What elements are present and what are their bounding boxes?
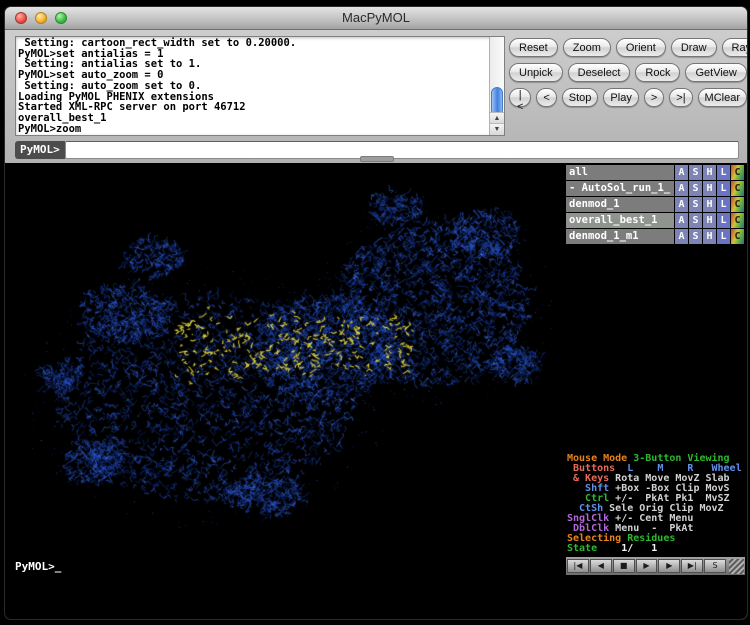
action-button[interactable]: A <box>675 181 688 196</box>
vcr-bar: |◀◀■▶▶▶|S <box>566 557 745 575</box>
resize-grip-icon[interactable] <box>729 559 744 574</box>
mouse-panel-line[interactable]: State 1/ 1 <box>567 544 745 554</box>
go-start-button[interactable]: |< <box>509 88 531 107</box>
object-row: overall_best_1ASHLC <box>566 213 744 228</box>
object-label[interactable]: - AutoSol_run_1_ <box>566 181 674 196</box>
action-button[interactable]: A <box>675 229 688 244</box>
mouse-panel-text: 1/ 1 <box>597 543 657 554</box>
hide-button[interactable]: H <box>703 229 716 244</box>
play-button[interactable]: Play <box>603 88 638 107</box>
console-scrollbar[interactable]: ▲ ▼ <box>489 37 504 135</box>
label-button[interactable]: L <box>717 213 730 228</box>
label-button[interactable]: L <box>717 181 730 196</box>
label-button[interactable]: L <box>717 197 730 212</box>
unpick-button[interactable]: Unpick <box>509 63 563 82</box>
vcr-forward-button[interactable]: ▶ <box>658 559 680 573</box>
show-button[interactable]: S <box>689 229 702 244</box>
label-button[interactable]: L <box>717 165 730 180</box>
splitter-handle[interactable] <box>360 156 394 162</box>
object-panel: allASHLC- AutoSol_run_1_ASHLCdenmod_1ASH… <box>566 165 744 245</box>
command-input[interactable] <box>65 141 739 159</box>
console-line: Setting: auto_zoom set to 0. <box>18 81 489 92</box>
macpymol-window: MacPyMOL Setting: cartoon_rect_width set… <box>4 6 748 620</box>
object-label[interactable]: denmod_1_m1 <box>566 229 674 244</box>
control-panel: Setting: cartoon_rect_width set to 0.200… <box>5 30 747 163</box>
object-label[interactable]: all <box>566 165 674 180</box>
object-label[interactable]: overall_best_1 <box>566 213 674 228</box>
getview-button[interactable]: GetView <box>685 63 746 82</box>
color-button[interactable]: C <box>731 181 744 196</box>
console: Setting: cartoon_rect_width set to 0.200… <box>15 36 505 136</box>
toolbar-row-2: Unpick DeselectRock GetView <box>509 63 747 82</box>
window-controls <box>15 12 67 24</box>
gl-command-line[interactable]: PyMOL>_ <box>15 560 61 573</box>
vcr-stop-button[interactable]: ■ <box>613 559 635 573</box>
mouse-panel-text: State <box>567 543 597 554</box>
console-line: overall_best_1 <box>18 113 489 124</box>
vcr-back-button[interactable]: ◀ <box>590 559 612 573</box>
draw-button[interactable]: Draw <box>671 38 717 57</box>
scroll-down-icon[interactable]: ▼ <box>490 123 504 135</box>
minimize-window-icon[interactable] <box>35 12 47 24</box>
object-row: allASHLC <box>566 165 744 180</box>
stop-button[interactable]: Stop <box>562 88 599 107</box>
action-button[interactable]: A <box>675 165 688 180</box>
viewport-canvas[interactable] <box>5 163 563 619</box>
step-forward-button[interactable]: > <box>644 88 664 107</box>
color-button[interactable]: C <box>731 197 744 212</box>
title-bar[interactable]: MacPyMOL <box>5 7 747 30</box>
vcr-play-button[interactable]: ▶ <box>636 559 658 573</box>
show-button[interactable]: S <box>689 197 702 212</box>
color-button[interactable]: C <box>731 229 744 244</box>
hide-button[interactable]: H <box>703 165 716 180</box>
go-end-button[interactable]: >| <box>669 88 692 107</box>
rock-button[interactable]: Rock <box>635 63 680 82</box>
vcr-scene-button[interactable]: S <box>704 559 726 573</box>
action-button[interactable]: A <box>675 213 688 228</box>
toolbar-row-3: |< < StopPlay > >| MClear <box>509 88 747 107</box>
vcr-end-button[interactable]: ▶| <box>681 559 703 573</box>
console-line: PyMOL>zoom <box>18 124 489 135</box>
ray-button[interactable]: Ray <box>722 38 748 57</box>
object-row: - AutoSol_run_1_ASHLC <box>566 181 744 196</box>
console-log: Setting: cartoon_rect_width set to 0.200… <box>16 37 489 135</box>
color-button[interactable]: C <box>731 165 744 180</box>
color-button[interactable]: C <box>731 213 744 228</box>
deselect-button[interactable]: Deselect <box>568 63 631 82</box>
step-back-button[interactable]: < <box>536 88 556 107</box>
close-window-icon[interactable] <box>15 12 27 24</box>
reset-button[interactable]: Reset <box>509 38 558 57</box>
show-button[interactable]: S <box>689 181 702 196</box>
zoom-window-icon[interactable] <box>55 12 67 24</box>
mouse-panel: Mouse Mode 3-Button Viewing Buttons L M … <box>567 454 745 554</box>
viewport: allASHLC- AutoSol_run_1_ASHLCdenmod_1ASH… <box>5 163 747 619</box>
prompt-label: PyMOL> <box>15 141 65 159</box>
action-button[interactable]: A <box>675 197 688 212</box>
object-label[interactable]: denmod_1 <box>566 197 674 212</box>
mclear-button[interactable]: MClear <box>698 88 747 107</box>
hide-button[interactable]: H <box>703 197 716 212</box>
show-button[interactable]: S <box>689 213 702 228</box>
label-button[interactable]: L <box>717 229 730 244</box>
zoom-button[interactable]: Zoom <box>563 38 611 57</box>
vcr-rewind-button[interactable]: |◀ <box>567 559 589 573</box>
window-title: MacPyMOL <box>5 7 747 29</box>
show-button[interactable]: S <box>689 165 702 180</box>
orient-button[interactable]: Orient <box>616 38 666 57</box>
object-row: denmod_1ASHLC <box>566 197 744 212</box>
toolbar-row-1: Reset Zoom Orient Draw Ray <box>509 38 748 57</box>
hide-button[interactable]: H <box>703 181 716 196</box>
hide-button[interactable]: H <box>703 213 716 228</box>
object-row: denmod_1_m1ASHLC <box>566 229 744 244</box>
